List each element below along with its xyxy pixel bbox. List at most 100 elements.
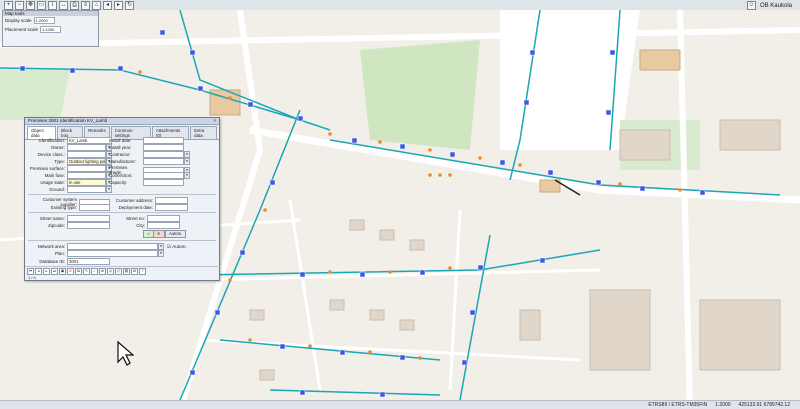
install-year-label: Install year: [109, 145, 132, 150]
database-id-label: Database ID: [39, 259, 65, 264]
zoom-out-icon[interactable]: − [15, 1, 24, 10]
street-no-label: Street no: [125, 216, 145, 221]
forward-icon[interactable]: ▸ [114, 1, 123, 10]
dialog-title: Premises 3001 Identification KV_Lamb [28, 118, 108, 123]
link-icon[interactable]: ⛓ [123, 267, 130, 275]
pan-icon[interactable]: ✥ [26, 1, 35, 10]
map-tools-panel: Map tools Display scale 1:2000 Placement… [2, 10, 99, 47]
main-fuse-label: Main fuse: [44, 173, 65, 178]
street-name-input[interactable] [67, 215, 110, 222]
status-zoom: 1:2000 [715, 402, 731, 408]
building [589, 289, 651, 371]
autom-checkbox[interactable]: ☑ [167, 244, 171, 250]
connection-field: Connection: ▾ [109, 172, 190, 179]
zipcode-input[interactable] [67, 222, 110, 229]
building [719, 119, 781, 151]
ground-input[interactable] [67, 186, 106, 193]
zipcode-label: Zipcode: [48, 223, 65, 228]
delete-icon[interactable]: ✕ [67, 267, 74, 275]
zoom-in-icon[interactable]: + [4, 1, 13, 10]
deployment-date-input[interactable] [155, 204, 188, 211]
usage-state-input[interactable]: In use [67, 179, 106, 186]
measure-icon[interactable]: ↔ [59, 1, 68, 10]
select-icon[interactable]: ▭ [37, 1, 46, 10]
database-id-field: Database ID: 3001 [27, 258, 110, 265]
autom-button[interactable]: Autom. [165, 230, 187, 238]
building [409, 239, 425, 251]
first-record-icon[interactable]: ⏮ [27, 267, 34, 275]
status-crs: ETRS89 / ETRS-TM35FIN [648, 402, 708, 408]
ground-label: Ground: [49, 187, 65, 192]
clear-icon[interactable]: ✕ [153, 230, 165, 238]
type-input[interactable]: Outdoor lighting pole [67, 158, 106, 165]
next-record-icon[interactable]: ▸ [43, 267, 50, 275]
ground-dropdown-icon[interactable]: ▾ [106, 186, 112, 193]
premises-surface-input[interactable] [67, 165, 106, 172]
city-field: City: [115, 222, 180, 229]
identification-field: Identification: KV_Lamb [27, 137, 112, 144]
install-date-input[interactable] [143, 137, 184, 144]
status-values: ETRS89 / ETRS-TM35FIN 1:2000 425133.91 6… [648, 402, 790, 408]
existing-type-input[interactable] [79, 204, 110, 211]
usage-state-field: Usage state: In use ▾ [27, 179, 112, 186]
display-scale-row: Display scale 1:2000 [3, 16, 98, 25]
main-fuse-input[interactable] [67, 172, 106, 179]
database-id-input[interactable]: 3001 [67, 258, 110, 265]
green-area-left [0, 70, 70, 120]
capacity-field: Capacity: [109, 179, 184, 186]
city-input[interactable] [147, 222, 180, 229]
contractor-dropdown-icon[interactable]: ▾ [184, 151, 190, 158]
connection-dropdown-icon[interactable]: ▾ [184, 172, 190, 179]
owner-input[interactable] [67, 144, 106, 151]
display-scale-input[interactable]: 1:2000 [33, 17, 55, 24]
tab-extra-data[interactable]: Extra data [190, 126, 217, 139]
toolbar-icons: + − ✥ ▭ i ↔ ⎙ ≡ ⌂ ◂ ▸ ↻ [4, 1, 134, 10]
owner-field: Owner: ▾ [27, 144, 112, 151]
device-class-input[interactable] [67, 151, 106, 158]
print-icon[interactable]: ⎙ [115, 267, 122, 275]
plan-dropdown-icon[interactable]: ▾ [158, 250, 164, 257]
manufacturer-input[interactable] [143, 158, 184, 165]
refresh-icon[interactable]: ↻ [125, 1, 134, 10]
user-icon[interactable]: ☺ [746, 1, 756, 10]
home-icon[interactable]: ⌂ [92, 1, 101, 10]
print-icon[interactable]: ⎙ [70, 1, 79, 10]
premises-dialog: Premises 3001 Identification KV_Lamb × O… [24, 117, 221, 281]
last-record-icon[interactable]: ⏭ [51, 267, 58, 275]
placement-scale-input[interactable]: 1:1000 [40, 26, 62, 33]
user-name: OB Kaukola [759, 2, 792, 9]
manufacturer-dropdown-icon[interactable]: ▾ [184, 158, 190, 165]
contractor-input[interactable] [143, 151, 184, 158]
existing-type-field: Existing type: [27, 204, 110, 211]
street-no-input[interactable] [147, 215, 180, 222]
dialog-title-bar[interactable]: Premises 3001 Identification KV_Lamb × [25, 118, 219, 125]
customer-address-input[interactable] [155, 197, 188, 204]
install-year-input[interactable] [143, 144, 184, 151]
deployment-date-field: Deployment date: [115, 204, 188, 211]
connection-input[interactable] [143, 172, 184, 179]
close-icon[interactable]: × [213, 118, 216, 124]
copy-icon[interactable]: ⧉ [75, 267, 82, 275]
locate-icon[interactable]: ◎ [107, 267, 114, 275]
building [369, 309, 385, 321]
layers-icon[interactable]: ≡ [81, 1, 90, 10]
network-area-dropdown-icon[interactable]: ▾ [158, 243, 164, 250]
city-label: City: [136, 223, 145, 228]
edit-icon[interactable]: ✎ [83, 267, 90, 275]
identification-input[interactable]: KV_Lamb [67, 137, 112, 144]
status-coords: 425133.91 6789742.12 [738, 402, 790, 408]
settings-icon[interactable]: ⚙ [131, 267, 138, 275]
prev-record-icon[interactable]: ◂ [35, 267, 42, 275]
plan-input[interactable] [67, 250, 158, 257]
main-fuse-field: Main fuse: ▾ [27, 172, 112, 179]
save-icon[interactable]: ▣ [59, 267, 66, 275]
divider [28, 212, 216, 213]
search-icon[interactable]: ⌕ [91, 267, 98, 275]
back-icon[interactable]: ◂ [103, 1, 112, 10]
network-area-input[interactable] [67, 243, 158, 250]
help-icon[interactable]: ? [139, 267, 146, 275]
zoom-to-icon[interactable]: ⊕ [99, 267, 106, 275]
capacity-input[interactable] [143, 179, 184, 186]
info-icon[interactable]: i [48, 1, 57, 10]
install-date-field: Install date: [109, 137, 184, 144]
